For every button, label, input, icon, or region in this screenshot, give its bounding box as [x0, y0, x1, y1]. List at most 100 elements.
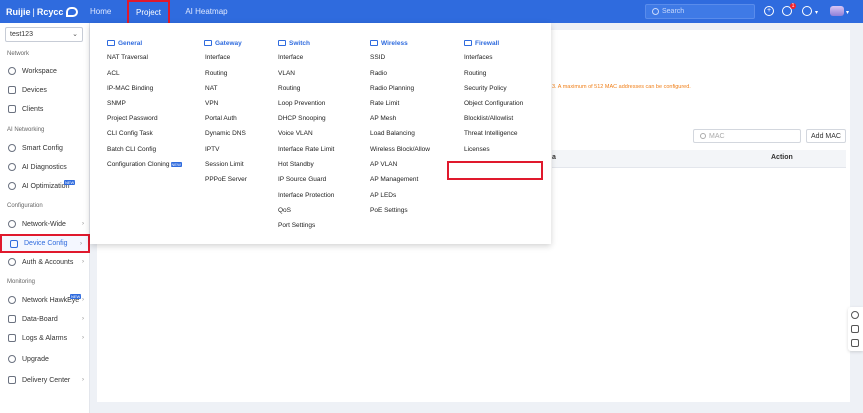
add-icon[interactable]: + — [764, 6, 774, 16]
sidebar-item-clients[interactable]: Clients — [0, 101, 90, 117]
menu-item-load-balancing[interactable]: Load Balancing — [370, 129, 415, 139]
sidebar-item-device-config[interactable]: Device Config › — [0, 234, 90, 253]
menu-item-rate-limit[interactable]: Rate Limit — [370, 99, 399, 109]
sidebar-item-devices[interactable]: Devices — [0, 82, 90, 98]
menu-item-snmp[interactable]: SNMP — [107, 99, 126, 109]
menu-item-firewall-interfaces[interactable]: Interfaces — [464, 53, 493, 63]
project-select[interactable]: test123 ⌄ — [5, 27, 83, 42]
menu-item-dynamic-dns[interactable]: Dynamic DNS — [205, 129, 246, 139]
chevron-right-icon: › — [80, 240, 82, 247]
menu-item-poe-settings[interactable]: PoE Settings — [370, 206, 408, 216]
menu-item-batch-cli-config[interactable]: Batch CLI Config — [107, 145, 156, 155]
menu-item-project-password[interactable]: Project Password — [107, 114, 158, 124]
menu-item-interface-protection[interactable]: Interface Protection — [278, 191, 334, 201]
nav-project[interactable]: Project — [127, 0, 170, 25]
menu-item-label: Configuration Cloning — [107, 161, 170, 168]
menu-item-loop-prevention[interactable]: Loop Prevention — [278, 99, 325, 109]
sidebar-item-label: Network-Wide — [22, 220, 66, 228]
section-monitoring: Monitoring — [7, 279, 36, 285]
sidebar-item-ai-optimization[interactable]: AI Optimization NEW — [0, 178, 90, 194]
table-header-column: a — [552, 154, 556, 161]
menu-item-nat-traversal[interactable]: NAT Traversal — [107, 53, 148, 63]
menu-item-dhcp-snooping[interactable]: DHCP Snooping — [278, 114, 326, 124]
nav-home[interactable]: Home — [80, 0, 121, 23]
menu-item-wireless-block-allow[interactable]: Wireless Block/Allow — [370, 145, 430, 155]
search-placeholder: Search — [662, 8, 685, 15]
menu-item-licenses[interactable]: Licenses — [464, 145, 490, 155]
menu-item-ssid[interactable]: SSID — [370, 53, 385, 63]
menu-item-session-limit[interactable]: Session Limit — [205, 160, 244, 170]
menu-item-pppoe-server[interactable]: PPPoE Server — [205, 175, 247, 185]
menu-item-hot-standby[interactable]: Hot Standby — [278, 160, 314, 170]
menu-item-firewall-routing[interactable]: Routing — [464, 69, 486, 79]
menu-item-ip-mac-binding[interactable]: IP-MAC Binding — [107, 84, 153, 94]
language-chevron-down-icon[interactable]: ▾ — [815, 9, 818, 16]
sidebar-item-network-hawkeye[interactable]: Network HawkEye NEW › — [0, 292, 90, 308]
mac-search-input[interactable]: MAC — [693, 129, 801, 143]
menu-item-radio[interactable]: Radio — [370, 69, 387, 79]
sidebar-item-label: Data-Board — [22, 315, 58, 323]
chat-icon[interactable] — [851, 311, 859, 319]
sidebar-item-logs-alarms[interactable]: Logs & Alarms › — [0, 330, 90, 346]
menu-item-ap-leds[interactable]: AP LEDs — [370, 191, 396, 201]
sidebar-item-network-wide[interactable]: Network-Wide › — [0, 216, 90, 232]
menu-item-ap-vlan[interactable]: AP VLAN — [370, 160, 397, 170]
hawkeye-icon — [8, 296, 16, 304]
menu-item-qos[interactable]: QoS — [278, 206, 291, 216]
ai-optimization-icon — [8, 182, 16, 190]
chevron-right-icon: › — [82, 316, 84, 322]
sidebar-item-ai-diagnostics[interactable]: AI Diagnostics — [0, 159, 90, 175]
menu-item-object-configuration[interactable]: Object Configuration — [464, 99, 523, 109]
global-search-input[interactable]: Search — [645, 4, 755, 19]
floating-toolbar — [848, 307, 863, 351]
menu-item-ap-management[interactable]: AP Management — [370, 175, 418, 185]
menu-item-gateway-routing[interactable]: Routing — [205, 69, 227, 79]
sidebar-item-upgrade[interactable]: Upgrade — [0, 351, 90, 367]
sidebar-item-auth-accounts[interactable]: Auth & Accounts › — [0, 254, 90, 270]
sidebar-item-data-board[interactable]: Data-Board › — [0, 311, 90, 327]
menu-item-threat-intelligence[interactable]: Threat Intelligence — [464, 129, 517, 139]
menu-item-switch-interface[interactable]: Interface — [278, 53, 303, 63]
menu-item-portal-auth[interactable]: Portal Auth — [205, 114, 237, 124]
menu-item-vlan[interactable]: VLAN — [278, 69, 295, 79]
chevron-right-icon: › — [82, 297, 84, 303]
brand-logo[interactable]: Ruijie | Rcycc — [0, 6, 80, 17]
menu-item-blocklist-allowlist[interactable]: Blocklist/Allowlist — [464, 114, 513, 124]
add-mac-button[interactable]: Add MAC — [806, 129, 846, 143]
edit-icon[interactable] — [851, 325, 859, 333]
menu-item-gateway-interface[interactable]: Interface — [205, 53, 230, 63]
user-avatar[interactable] — [830, 6, 844, 16]
menu-item-acl[interactable]: ACL — [107, 69, 120, 79]
menu-item-port-settings[interactable]: Port Settings — [278, 221, 315, 231]
menu-item-vpn[interactable]: VPN — [205, 99, 218, 109]
menu-item-interface-rate-limit[interactable]: Interface Rate Limit — [278, 145, 334, 155]
menu-item-radio-planning[interactable]: Radio Planning — [370, 84, 414, 94]
section-network: Network — [7, 51, 30, 57]
device-config-icon — [10, 239, 18, 248]
menu-item-ap-mesh[interactable]: AP Mesh — [370, 114, 396, 124]
sidebar-item-workspace[interactable]: Workspace — [0, 63, 90, 79]
nav-ai-heatmap[interactable]: AI Heatmap — [175, 0, 237, 23]
mac-limit-warning: 3. A maximum of 512 MAC addresses can be… — [552, 84, 691, 90]
menu-item-cli-config-task[interactable]: CLI Config Task — [107, 129, 153, 139]
menu-item-security-policy[interactable]: Security Policy — [464, 84, 507, 94]
sidebar-item-label: Upgrade — [22, 355, 49, 363]
sidebar-item-delivery-center[interactable]: Delivery Center › — [0, 372, 90, 388]
user-chevron-down-icon[interactable]: ▾ — [846, 9, 849, 16]
menu-item-voice-vlan[interactable]: Voice VLAN — [278, 129, 313, 139]
clipboard-icon[interactable] — [851, 339, 859, 347]
menu-heading-switch: Switch — [278, 38, 310, 48]
menu-heading-gateway: Gateway — [204, 38, 242, 48]
sidebar-item-smart-config[interactable]: Smart Config — [0, 140, 90, 156]
firewall-icon — [464, 40, 472, 46]
menu-item-ip-source-guard[interactable]: IP Source Guard — [278, 175, 326, 185]
data-board-icon — [8, 315, 16, 323]
menu-item-switch-routing[interactable]: Routing — [278, 84, 300, 94]
menu-item-nat[interactable]: NAT — [205, 84, 218, 94]
menu-item-iptv[interactable]: IPTV — [205, 145, 219, 155]
project-select-value: test123 — [10, 31, 33, 38]
highlight-wireless-block-allow — [447, 161, 543, 180]
globe-icon[interactable] — [802, 6, 812, 16]
menu-item-configuration-cloning[interactable]: Configuration Cloning NEW — [107, 160, 182, 170]
menu-column-wireless: Wireless — [370, 38, 408, 48]
